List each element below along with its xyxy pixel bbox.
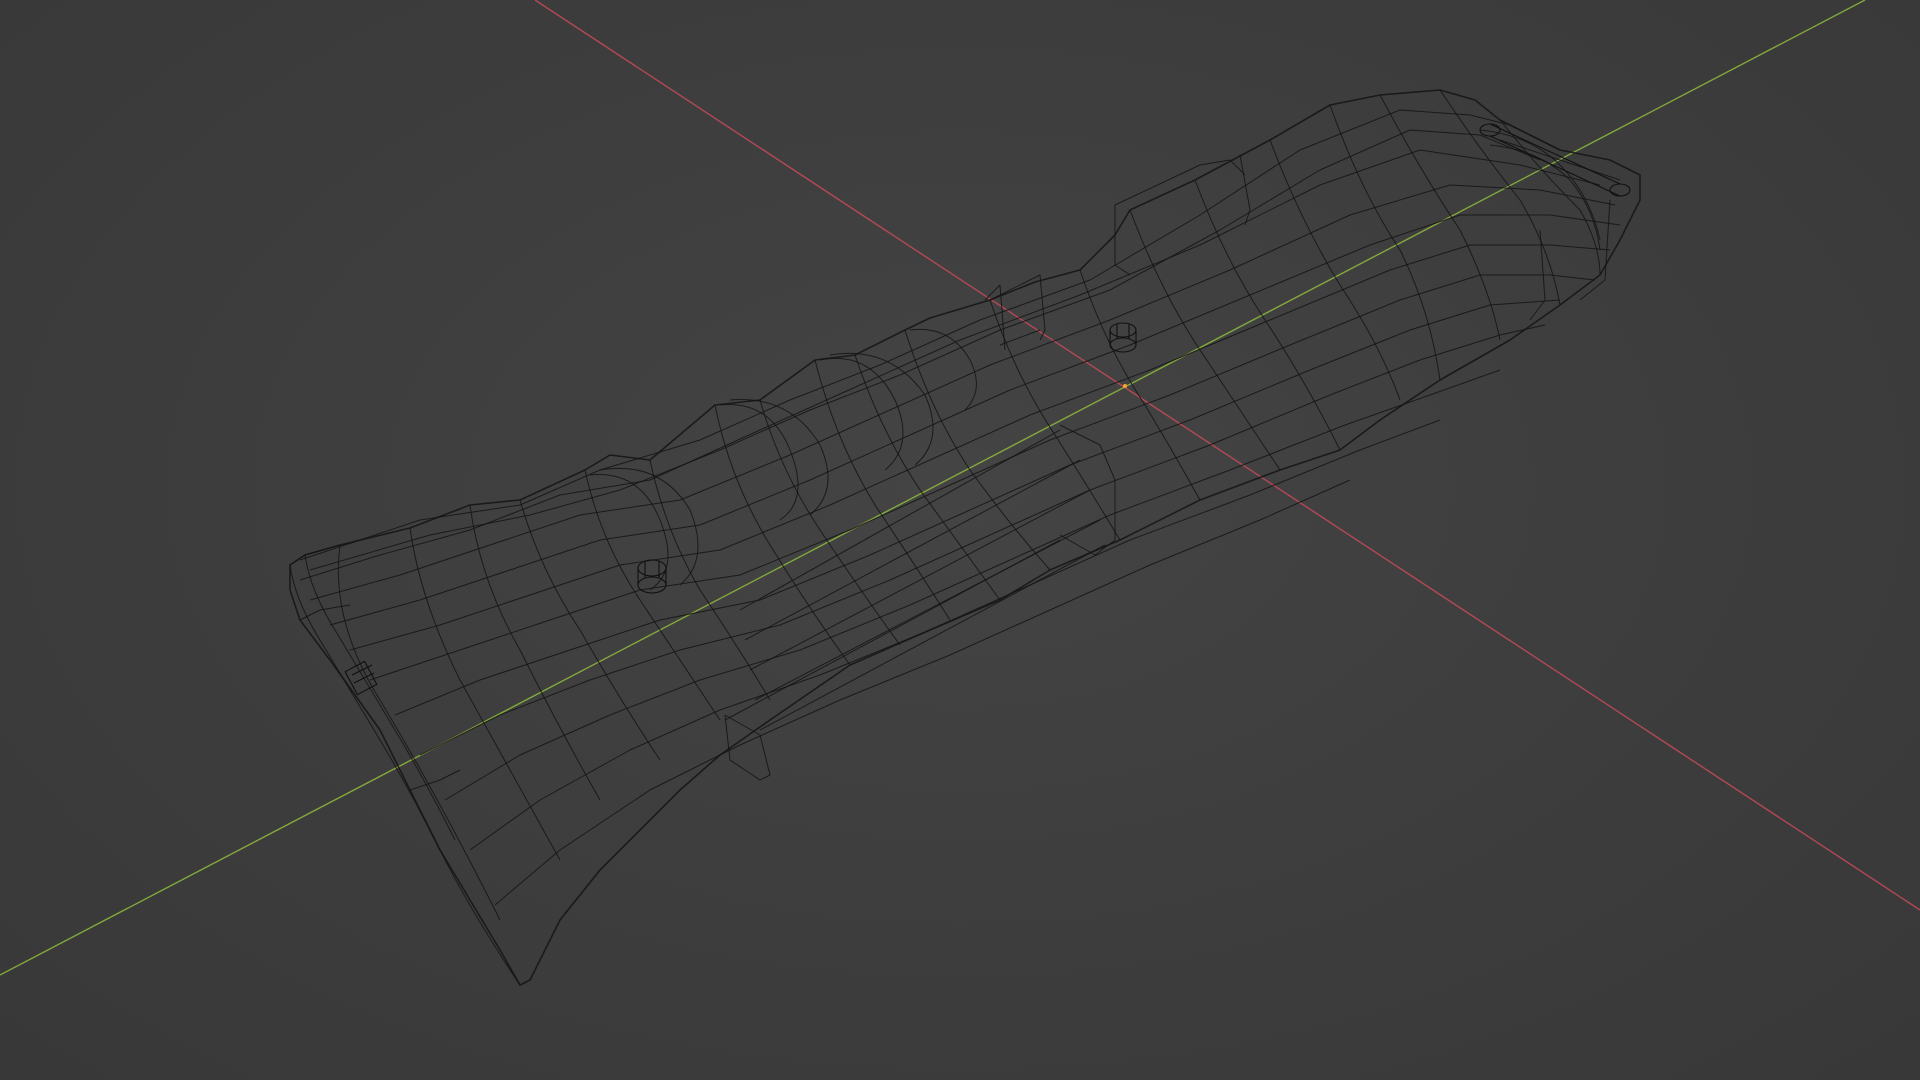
mesh-loop [394, 299, 1561, 716]
mesh-loop [349, 244, 1611, 651]
mesh-ring [1499, 119, 1601, 276]
mesh-butt [289, 564, 521, 986]
mesh-ring [989, 299, 1121, 541]
mesh-butt [304, 554, 456, 841]
viewport-scene[interactable] [0, 0, 1920, 1080]
mesh-ring [519, 499, 661, 761]
mesh-block [1114, 205, 1131, 276]
3d-viewport[interactable] [0, 0, 1920, 1080]
mesh-ring [584, 469, 721, 721]
mesh-loop [419, 324, 1546, 756]
mesh-ring [1329, 104, 1441, 381]
mesh-ring [1079, 269, 1201, 501]
mesh-tip [1489, 144, 1601, 251]
mesh-tip [1499, 139, 1621, 181]
mesh-loop [299, 149, 1601, 581]
mesh-ring [1194, 179, 1341, 451]
mesh-block [1039, 274, 1046, 341]
mesh-ring [814, 359, 951, 621]
mesh-loop [444, 369, 1501, 801]
mesh-loop [309, 129, 1541, 571]
mesh-ring [1129, 209, 1281, 471]
mesh-groove [719, 404, 799, 521]
x-axis-line [534, 0, 1920, 911]
mesh-butt [409, 769, 461, 791]
mesh-panel [744, 459, 1081, 641]
y-axis-line [0, 0, 1866, 976]
mesh-loop [494, 479, 1351, 906]
mesh-block [999, 329, 1041, 346]
mesh-ring [1269, 139, 1401, 401]
mesh-loop [299, 109, 1471, 561]
object-origin[interactable] [1123, 384, 1127, 388]
mesh-ring [337, 544, 501, 921]
mesh-groove [909, 328, 977, 411]
mesh-panel [754, 519, 1101, 701]
mesh-loop [309, 184, 1616, 601]
mesh-ring [714, 404, 851, 666]
mesh-loop [369, 274, 1596, 681]
mesh-groove [589, 474, 669, 591]
mesh-panel [1059, 424, 1116, 556]
mesh-groove [819, 357, 904, 471]
mesh-loop [329, 214, 1621, 626]
mesh-panel [724, 539, 1061, 721]
mesh-ring [469, 504, 601, 801]
